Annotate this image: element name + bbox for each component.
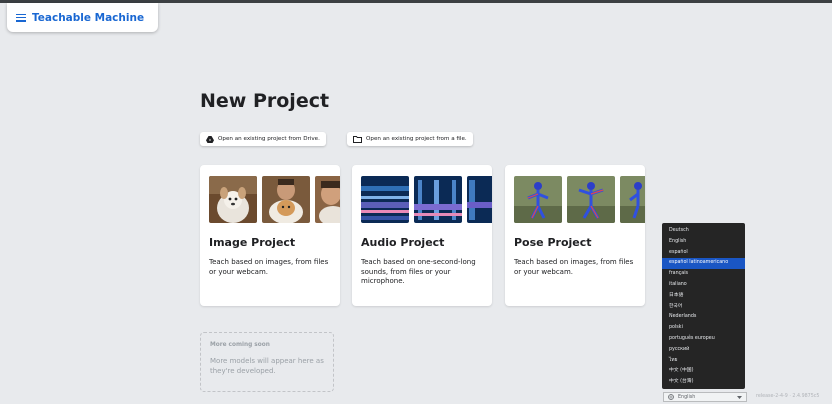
card-description: Teach based on one-second-long sounds, f… bbox=[361, 258, 476, 285]
language-dropdown-menu[interactable]: Deutsch English español español latinoam… bbox=[662, 223, 745, 389]
pose-project-card[interactable]: Pose Project Teach based on images, from… bbox=[505, 165, 645, 306]
language-option[interactable]: português europeu bbox=[662, 334, 745, 345]
language-option[interactable]: 한국어 bbox=[662, 302, 745, 313]
language-option[interactable]: 中文 (中国) bbox=[662, 366, 745, 377]
chevron-down-icon bbox=[737, 395, 742, 399]
pose-image bbox=[514, 176, 562, 223]
open-from-file-button[interactable]: Open an existing project from a file. bbox=[347, 132, 473, 146]
thumbnail-image bbox=[209, 176, 257, 223]
language-option[interactable]: English bbox=[662, 237, 745, 248]
language-select[interactable]: English bbox=[663, 392, 747, 402]
folder-icon bbox=[353, 135, 362, 143]
coming-soon-title: More coming soon bbox=[210, 342, 270, 348]
open-from-drive-label: Open an existing project from Drive. bbox=[218, 136, 320, 142]
language-option[interactable]: français bbox=[662, 269, 745, 280]
open-from-file-label: Open an existing project from a file. bbox=[366, 136, 467, 142]
pose-image bbox=[620, 176, 645, 223]
thumbnail-image bbox=[315, 176, 340, 223]
language-option[interactable]: Deutsch bbox=[662, 226, 745, 237]
card-title: Pose Project bbox=[514, 236, 592, 249]
language-option[interactable]: español bbox=[662, 248, 745, 259]
app-title[interactable]: Teachable Machine bbox=[32, 12, 144, 24]
hamburger-menu-icon[interactable] bbox=[16, 13, 26, 22]
drive-icon bbox=[206, 135, 214, 143]
spectrogram-image bbox=[361, 176, 409, 223]
language-option-highlighted[interactable]: español latinoamericano bbox=[662, 258, 745, 270]
image-project-thumbnails bbox=[209, 176, 340, 223]
coming-soon-description: More models will appear here as they're … bbox=[210, 357, 324, 375]
pose-project-thumbnails bbox=[514, 176, 645, 223]
card-description: Teach based on images, from files or you… bbox=[514, 258, 634, 276]
spectrogram-image bbox=[414, 176, 462, 223]
app-header: Teachable Machine bbox=[7, 3, 158, 32]
pose-image bbox=[567, 176, 615, 223]
spectrogram-image bbox=[467, 176, 492, 223]
language-option[interactable]: 中文 (台灣) bbox=[662, 377, 745, 388]
language-option[interactable]: ไทย bbox=[662, 356, 745, 367]
audio-project-card[interactable]: Audio Project Teach based on one-second-… bbox=[352, 165, 492, 306]
globe-icon bbox=[668, 394, 674, 400]
version-label: release-2-4-9 · 2.4.9875c5 bbox=[756, 394, 820, 399]
language-option[interactable]: italiano bbox=[662, 280, 745, 291]
language-option[interactable]: polski bbox=[662, 323, 745, 334]
language-option[interactable]: 日本語 bbox=[662, 291, 745, 302]
image-project-card[interactable]: Image Project Teach based on images, fro… bbox=[200, 165, 340, 306]
page-title: New Project bbox=[200, 90, 330, 112]
more-coming-soon-card: More coming soon More models will appear… bbox=[200, 332, 334, 392]
language-select-value: English bbox=[678, 394, 696, 400]
audio-project-thumbnails bbox=[361, 176, 492, 223]
card-title: Image Project bbox=[209, 236, 296, 249]
card-title: Audio Project bbox=[361, 236, 445, 249]
open-from-drive-button[interactable]: Open an existing project from Drive. bbox=[200, 132, 326, 146]
thumbnail-image bbox=[262, 176, 310, 223]
card-description: Teach based on images, from files or you… bbox=[209, 258, 329, 276]
language-option[interactable]: русский bbox=[662, 345, 745, 356]
language-option[interactable]: Nederlands bbox=[662, 312, 745, 323]
